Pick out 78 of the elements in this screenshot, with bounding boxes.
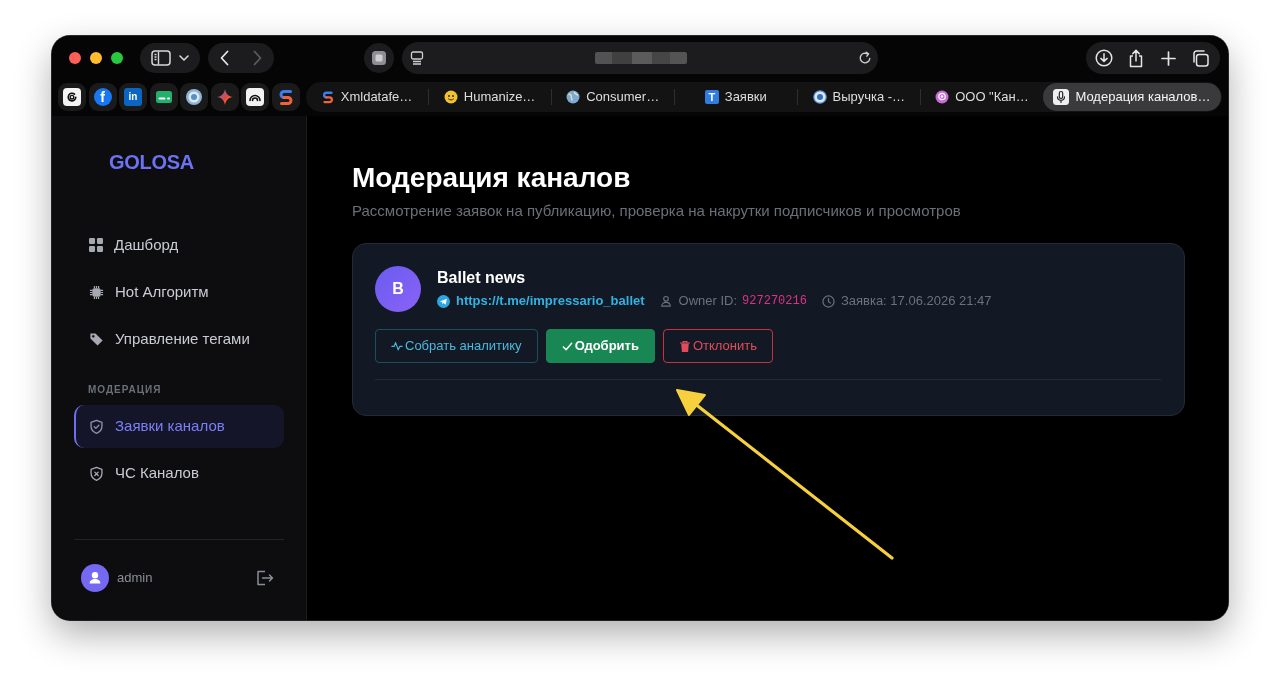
pinned-tab[interactable] bbox=[271, 83, 300, 111]
pinned-tab[interactable] bbox=[149, 83, 178, 111]
shield-check-icon bbox=[89, 418, 104, 435]
paper-plane-icon bbox=[437, 294, 450, 308]
grid-icon bbox=[89, 238, 103, 252]
window-close-button[interactable] bbox=[69, 52, 81, 64]
reload-icon bbox=[858, 51, 872, 65]
owner-id-label: Owner ID: bbox=[678, 292, 738, 310]
nav-item[interactable]: Дашборд bbox=[74, 223, 284, 267]
face-icon bbox=[443, 90, 458, 104]
shield-x-icon bbox=[89, 465, 104, 482]
nav-item[interactable]: Управление тегами bbox=[74, 317, 284, 361]
person-icon bbox=[659, 295, 672, 307]
letter-logo: f bbox=[93, 88, 112, 106]
chevron-down-icon bbox=[179, 55, 189, 61]
nav-item[interactable]: Заявки каналов bbox=[74, 405, 284, 448]
logo-text: GOLOSA bbox=[109, 150, 194, 174]
clock-icon bbox=[821, 294, 835, 308]
browser-tab[interactable]: Выручка -… bbox=[797, 83, 920, 111]
chip-icon bbox=[89, 284, 104, 300]
pinned-tab[interactable]: f bbox=[88, 83, 117, 111]
app-icon bbox=[371, 50, 387, 66]
page-icon bbox=[410, 51, 424, 65]
channel-avatar: B bbox=[375, 266, 421, 312]
letter-favicon: T bbox=[704, 90, 719, 104]
user-avatar-icon bbox=[81, 564, 109, 592]
pinned-tab[interactable] bbox=[58, 83, 86, 111]
pulse-icon bbox=[391, 340, 403, 352]
page-title: Модерация каналов bbox=[352, 161, 632, 195]
chevron-left-icon bbox=[220, 50, 229, 66]
window-minimize-button[interactable] bbox=[90, 52, 102, 64]
s-shape-icon bbox=[276, 88, 295, 106]
reject-button[interactable]: Отклонить bbox=[662, 329, 773, 363]
page-subtitle: Рассмотрение заявок на публикацию, проверка на накрутки подписчиков и просмотров bbox=[352, 201, 962, 221]
browser-tab[interactable]: Humanize… bbox=[428, 83, 551, 111]
extension-button[interactable] bbox=[364, 43, 394, 73]
card-icon bbox=[154, 88, 173, 106]
collect-analytics-button[interactable]: Собрать аналитику bbox=[375, 329, 538, 363]
sidebar-toggle-button[interactable] bbox=[140, 43, 200, 73]
check-icon bbox=[561, 340, 573, 352]
download-icon bbox=[1095, 49, 1113, 67]
browser-tab[interactable]: Consumer… bbox=[551, 83, 674, 111]
channel-name: Ballet news bbox=[437, 268, 527, 288]
sidebar-icon bbox=[151, 50, 171, 66]
arcs-icon bbox=[246, 88, 264, 106]
tabs-icon bbox=[1191, 49, 1209, 67]
trash-icon bbox=[678, 339, 691, 353]
share-icon bbox=[1128, 48, 1144, 68]
logout-button[interactable] bbox=[256, 570, 274, 586]
nav-item[interactable]: Hot Алгоритм bbox=[74, 270, 284, 314]
section-heading: МОДЕРАЦИЯ bbox=[88, 383, 163, 397]
letter-logo: in bbox=[124, 88, 142, 106]
browser-tab[interactable]: T Заявки bbox=[674, 83, 797, 111]
chevron-right-icon bbox=[253, 50, 262, 66]
pinned-tab[interactable]: in bbox=[119, 83, 147, 111]
microphone-icon bbox=[1053, 89, 1070, 105]
emblem-icon bbox=[812, 90, 827, 104]
address-bar[interactable] bbox=[402, 42, 878, 74]
pinned-tab[interactable] bbox=[180, 83, 208, 111]
request-date: Заявка: 17.06.2026 21:47 bbox=[840, 292, 992, 310]
owner-id: 927270216 bbox=[742, 293, 807, 310]
browser-tab[interactable]: Xmldatafe… bbox=[305, 83, 428, 111]
globe-icon bbox=[566, 90, 581, 104]
tag-icon bbox=[89, 331, 104, 347]
plus-icon bbox=[1160, 50, 1176, 66]
browser-tab[interactable]: Модерация каналов… bbox=[1042, 83, 1221, 111]
s-shape-icon bbox=[320, 90, 335, 104]
spiral-icon bbox=[63, 88, 81, 106]
window-zoom-button[interactable] bbox=[111, 52, 123, 64]
logout-icon bbox=[256, 570, 274, 586]
globe-icon bbox=[185, 88, 203, 106]
browser-tab[interactable]: ООО "Кан… bbox=[920, 83, 1043, 111]
rings-icon bbox=[935, 90, 950, 104]
pinned-tab[interactable] bbox=[241, 83, 269, 111]
approve-button[interactable]: Одобрить bbox=[545, 329, 655, 363]
channel-link[interactable]: https://t.me/impressario_ballet bbox=[456, 292, 645, 310]
nav-item[interactable]: ЧС Каналов bbox=[74, 452, 284, 495]
user-name: admin bbox=[117, 569, 153, 588]
